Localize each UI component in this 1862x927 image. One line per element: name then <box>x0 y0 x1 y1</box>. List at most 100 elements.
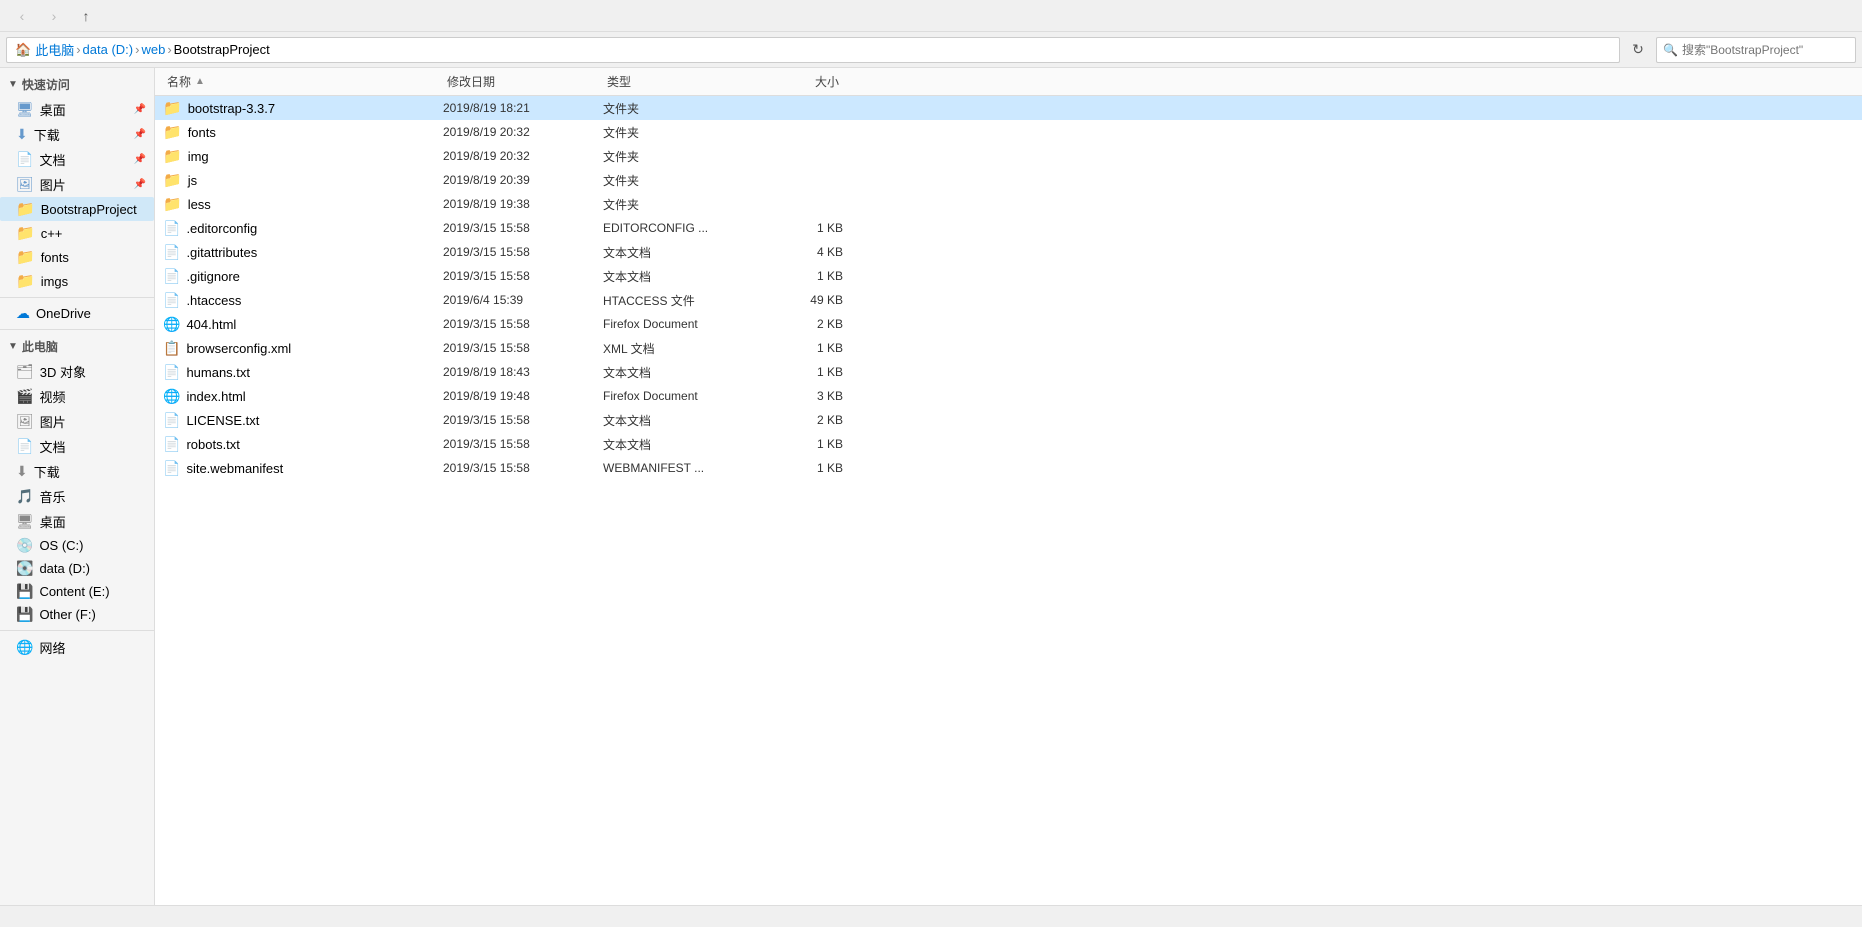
sidebar-item-label: c++ <box>41 226 63 241</box>
sidebar-item-pic[interactable]: 🖼 图片 <box>0 409 154 434</box>
sidebar-item-label: 3D 对象 <box>40 362 86 381</box>
sidebar-item-other[interactable]: 💾 Other (F:) <box>0 603 154 626</box>
file-name: .gitignore <box>186 269 239 284</box>
file-type-cell: 文本文档 <box>603 268 763 285</box>
table-row[interactable]: 📁 img 2019/8/19 20:32 文件夹 <box>155 144 1862 168</box>
table-row[interactable]: 🌐 index.html 2019/8/19 19:48 Firefox Doc… <box>155 384 1862 408</box>
file-name-cell: 📁 js <box>163 171 443 189</box>
file-name-cell: 📋 browserconfig.xml <box>163 340 443 357</box>
sidebar-item-download[interactable]: ⬇ 下载 📌 <box>0 122 154 147</box>
table-row[interactable]: 📄 .gitattributes 2019/3/15 15:58 文本文档 4 … <box>155 240 1862 264</box>
sidebar-item-label: 图片 <box>40 175 66 194</box>
file-date-cell: 2019/3/15 15:58 <box>443 221 603 235</box>
table-row[interactable]: 📁 bootstrap-3.3.7 2019/8/19 18:21 文件夹 <box>155 96 1862 120</box>
sidebar-item-label: 图片 <box>40 412 66 431</box>
search-input[interactable] <box>1682 43 1849 57</box>
path-web[interactable]: web <box>141 42 165 57</box>
col-type-header[interactable]: 类型 <box>603 73 763 90</box>
file-name: bootstrap-3.3.7 <box>188 101 275 116</box>
sidebar-item-imgs[interactable]: 📁 imgs <box>0 269 154 293</box>
table-row[interactable]: 📄 humans.txt 2019/8/19 18:43 文本文档 1 KB <box>155 360 1862 384</box>
path-pc[interactable]: 此电脑 <box>35 40 74 59</box>
sidebar-item-video[interactable]: 🎬 视频 <box>0 384 154 409</box>
table-row[interactable]: 📋 browserconfig.xml 2019/3/15 15:58 XML … <box>155 336 1862 360</box>
folder-yellow-icon: 📁 <box>16 224 35 242</box>
sidebar-item-datad[interactable]: 💽 data (D:) <box>0 557 154 580</box>
music-icon: 🎵 <box>16 488 33 505</box>
folder-icon: 📁 <box>163 147 182 165</box>
table-row[interactable]: 📄 .editorconfig 2019/3/15 15:58 EDITORCO… <box>155 216 1862 240</box>
table-row[interactable]: 📁 less 2019/8/19 19:38 文件夹 <box>155 192 1862 216</box>
file-name: site.webmanifest <box>186 461 283 476</box>
refresh-button[interactable]: ↻ <box>1624 36 1652 64</box>
drive-d-icon: 💽 <box>16 560 33 577</box>
file-icon: 📄 <box>163 436 180 453</box>
sidebar-item-docs[interactable]: 📄 文档 📌 <box>0 147 154 172</box>
file-icon: 📄 <box>163 244 180 261</box>
column-headers: 名称 ▲ 修改日期 类型 大小 <box>155 68 1862 96</box>
sidebar-item-music[interactable]: 🎵 音乐 <box>0 484 154 509</box>
table-row[interactable]: 📄 robots.txt 2019/3/15 15:58 文本文档 1 KB <box>155 432 1862 456</box>
table-row[interactable]: 📁 js 2019/8/19 20:39 文件夹 <box>155 168 1862 192</box>
col-name-header[interactable]: 名称 ▲ <box>163 73 443 90</box>
file-name-cell: 📄 site.webmanifest <box>163 460 443 477</box>
sidebar-item-desktop[interactable]: 🖥 桌面 📌 <box>0 97 154 122</box>
table-row[interactable]: 📄 .gitignore 2019/3/15 15:58 文本文档 1 KB <box>155 264 1862 288</box>
file-date-cell: 2019/3/15 15:58 <box>443 461 603 475</box>
content-area: 名称 ▲ 修改日期 类型 大小 📁 bootstrap-3.3.7 2019/8… <box>155 68 1862 905</box>
path-data[interactable]: data (D:) <box>83 42 134 57</box>
sidebar-item-network[interactable]: 🌐 网络 <box>0 635 154 660</box>
folder-icon: 📁 <box>163 99 182 117</box>
col-size-header[interactable]: 大小 <box>763 73 843 90</box>
file-size-cell: 2 KB <box>763 413 843 427</box>
forward-button[interactable]: › <box>40 2 68 30</box>
sidebar-item-content[interactable]: 💾 Content (E:) <box>0 580 154 603</box>
file-date-cell: 2019/8/19 19:48 <box>443 389 603 403</box>
sidebar-item-3d[interactable]: 🗂 3D 对象 <box>0 359 154 384</box>
sidebar-item-onedrive[interactable]: ☁ OneDrive <box>0 302 154 325</box>
sidebar-item-cpp[interactable]: 📁 c++ <box>0 221 154 245</box>
search-box[interactable]: 🔍 <box>1656 37 1856 63</box>
up-button[interactable]: ↑ <box>72 2 100 30</box>
file-name-cell: 📁 fonts <box>163 123 443 141</box>
sidebar-item-bootstrap[interactable]: 📁 BootstrapProject <box>0 197 154 221</box>
sidebar-item-dl[interactable]: ⬇ 下载 <box>0 459 154 484</box>
xml-icon: 📋 <box>163 340 180 357</box>
file-name: LICENSE.txt <box>186 413 259 428</box>
file-size-cell: 1 KB <box>763 461 843 475</box>
sidebar-item-dsk[interactable]: 🖥 桌面 <box>0 509 154 534</box>
pin-icon: 📌 <box>134 154 146 165</box>
quick-access-label: 快速访问 <box>22 76 70 93</box>
table-row[interactable]: 📄 site.webmanifest 2019/3/15 15:58 WEBMA… <box>155 456 1862 480</box>
file-size-cell: 2 KB <box>763 317 843 331</box>
desktop-icon: 🖥 <box>16 101 34 118</box>
file-type-cell: 文件夹 <box>603 196 763 213</box>
file-type-cell: EDITORCONFIG ... <box>603 221 763 235</box>
file-name-cell: 📄 .gitattributes <box>163 244 443 261</box>
table-row[interactable]: 📄 .htaccess 2019/6/4 15:39 HTACCESS 文件 4… <box>155 288 1862 312</box>
file-size-cell: 1 KB <box>763 437 843 451</box>
table-row[interactable]: 🌐 404.html 2019/3/15 15:58 Firefox Docum… <box>155 312 1862 336</box>
file-type-cell: 文件夹 <box>603 124 763 141</box>
address-path[interactable]: 🏠 此电脑 › data (D:) › web › BootstrapProje… <box>6 37 1620 63</box>
table-row[interactable]: 📁 fonts 2019/8/19 20:32 文件夹 <box>155 120 1862 144</box>
sidebar-item-osc[interactable]: 💿 OS (C:) <box>0 534 154 557</box>
sidebar-item-label: OneDrive <box>36 306 91 321</box>
sidebar-item-fonts[interactable]: 📁 fonts <box>0 245 154 269</box>
sidebar-item-doc[interactable]: 📄 文档 <box>0 434 154 459</box>
file-date-cell: 2019/8/19 20:32 <box>443 125 603 139</box>
file-icon: 📄 <box>163 292 180 309</box>
sidebar-item-pics[interactable]: 🖼 图片 📌 <box>0 172 154 197</box>
sidebar-item-label: 文档 <box>39 437 65 456</box>
back-button[interactable]: ‹ <box>8 2 36 30</box>
table-row[interactable]: 📄 LICENSE.txt 2019/3/15 15:58 文本文档 2 KB <box>155 408 1862 432</box>
sidebar-item-label: OS (C:) <box>39 538 83 553</box>
file-date-cell: 2019/8/19 18:21 <box>443 101 603 115</box>
quick-access-header[interactable]: ▼ 快速访问 <box>0 72 154 97</box>
status-bar <box>0 905 1862 927</box>
doc-icon: 📄 <box>16 438 33 455</box>
col-date-header[interactable]: 修改日期 <box>443 73 603 90</box>
file-date-cell: 2019/8/19 20:39 <box>443 173 603 187</box>
file-type-cell: XML 文档 <box>603 340 763 357</box>
this-pc-header[interactable]: ▼ 此电脑 <box>0 334 154 359</box>
